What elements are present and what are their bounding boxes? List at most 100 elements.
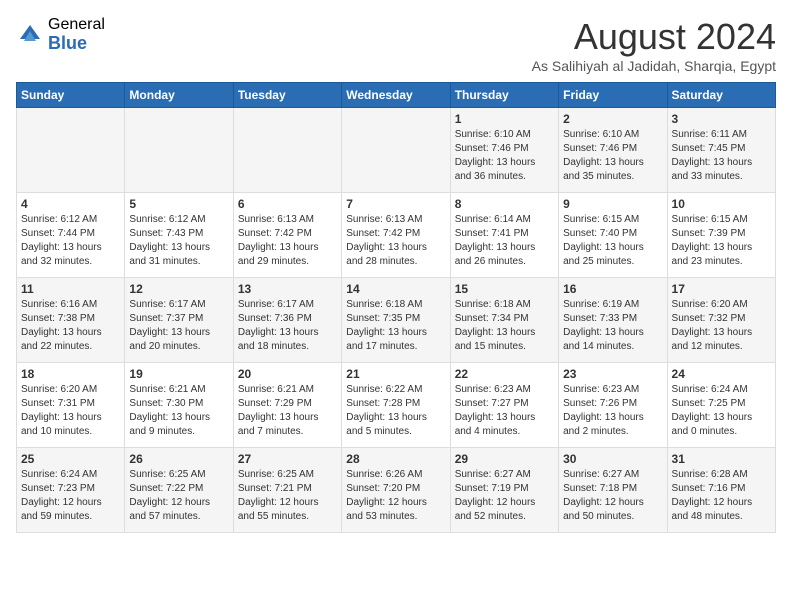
day-number: 5 [129, 197, 228, 211]
col-header-thursday: Thursday [450, 83, 558, 108]
header-row: SundayMondayTuesdayWednesdayThursdayFrid… [17, 83, 776, 108]
day-cell: 19Sunrise: 6:21 AM Sunset: 7:30 PM Dayli… [125, 363, 233, 448]
day-number: 26 [129, 452, 228, 466]
day-cell [342, 108, 450, 193]
day-cell [125, 108, 233, 193]
day-cell: 14 Sunrise: 6:18 AM Sunset: 7:35 PM Dayli… [342, 278, 450, 363]
day-cell: 2 Sunrise: 6:10 AM Sunset: 7:46 PM Daylig… [559, 108, 667, 193]
day-cell: 25Sunrise: 6:24 AM Sunset: 7:23 PM Dayli… [17, 448, 125, 533]
day-number: 9 [563, 197, 662, 211]
day-info: Sunrise: 6:17 AM Sunset: 7:36 PM Dayligh… [238, 298, 337, 354]
day-cell: 30 Sunrise: 6:27 AM Sunset: 7:18 PM Dayli… [559, 448, 667, 533]
day-number: 19 [129, 367, 228, 381]
day-number: 14 [346, 282, 445, 296]
day-info: Sunrise: 6:18 AM Sunset: 7:35 PM Dayligh… [346, 298, 445, 354]
day-number: 8 [455, 197, 554, 211]
day-number: 30 [563, 452, 662, 466]
day-number: 28 [346, 452, 445, 466]
week-row-5: 25Sunrise: 6:24 AM Sunset: 7:23 PM Dayli… [17, 448, 776, 533]
logo-text: General Blue [48, 16, 105, 53]
col-header-sunday: Sunday [17, 83, 125, 108]
day-cell: 13 Sunrise: 6:17 AM Sunset: 7:36 PM Dayli… [233, 278, 341, 363]
day-info: Sunrise: 6:23 AM Sunset: 7:26 PM Dayligh… [563, 383, 662, 439]
day-number: 3 [672, 112, 771, 126]
day-cell: 17 Sunrise: 6:20 AM Sunset: 7:32 PM Dayli… [667, 278, 775, 363]
day-cell: 27 Sunrise: 6:25 AM Sunset: 7:21 PM Dayli… [233, 448, 341, 533]
col-header-monday: Monday [125, 83, 233, 108]
day-info: Sunrise: 6:27 AM Sunset: 7:18 PM Dayligh… [563, 468, 662, 524]
day-cell: 22 Sunrise: 6:23 AM Sunset: 7:27 PM Dayli… [450, 363, 558, 448]
day-cell: 24 Sunrise: 6:24 AM Sunset: 7:25 PM Dayli… [667, 363, 775, 448]
day-cell: 21 Sunrise: 6:22 AM Sunset: 7:28 PM Dayli… [342, 363, 450, 448]
day-number: 22 [455, 367, 554, 381]
col-header-wednesday: Wednesday [342, 83, 450, 108]
day-number: 6 [238, 197, 337, 211]
day-info: Sunrise: 6:15 AM Sunset: 7:39 PM Dayligh… [672, 213, 771, 269]
day-number: 2 [563, 112, 662, 126]
day-number: 13 [238, 282, 337, 296]
day-info: Sunrise: 6:13 AM Sunset: 7:42 PM Dayligh… [346, 213, 445, 269]
day-info: Sunrise: 6:25 AM Sunset: 7:21 PM Dayligh… [238, 468, 337, 524]
day-cell: 10Sunrise: 6:15 AM Sunset: 7:39 PM Dayli… [667, 193, 775, 278]
day-info: Sunrise: 6:25 AM Sunset: 7:22 PM Dayligh… [129, 468, 228, 524]
month-title: August 2024 [532, 16, 776, 58]
day-cell [233, 108, 341, 193]
header: General Blue August 2024 As Salihiyah al… [16, 16, 776, 74]
day-cell: 28 Sunrise: 6:26 AM Sunset: 7:20 PM Dayli… [342, 448, 450, 533]
day-info: Sunrise: 6:20 AM Sunset: 7:32 PM Dayligh… [672, 298, 771, 354]
day-number: 20 [238, 367, 337, 381]
day-info: Sunrise: 6:24 AM Sunset: 7:25 PM Dayligh… [672, 383, 771, 439]
day-number: 29 [455, 452, 554, 466]
day-cell: 5 Sunrise: 6:12 AM Sunset: 7:43 PM Daylig… [125, 193, 233, 278]
day-number: 17 [672, 282, 771, 296]
day-number: 4 [21, 197, 120, 211]
day-info: Sunrise: 6:22 AM Sunset: 7:28 PM Dayligh… [346, 383, 445, 439]
day-cell: 15 Sunrise: 6:18 AM Sunset: 7:34 PM Dayli… [450, 278, 558, 363]
day-info: Sunrise: 6:20 AM Sunset: 7:31 PM Dayligh… [21, 383, 120, 439]
day-number: 24 [672, 367, 771, 381]
day-number: 11 [21, 282, 120, 296]
day-info: Sunrise: 6:12 AM Sunset: 7:43 PM Dayligh… [129, 213, 228, 269]
day-cell: 1 Sunrise: 6:10 AM Sunset: 7:46 PM Daylig… [450, 108, 558, 193]
day-cell: 26 Sunrise: 6:25 AM Sunset: 7:22 PM Dayli… [125, 448, 233, 533]
day-info: Sunrise: 6:10 AM Sunset: 7:46 PM Dayligh… [563, 128, 662, 184]
day-cell: 18 Sunrise: 6:20 AM Sunset: 7:31 PM Dayli… [17, 363, 125, 448]
col-header-saturday: Saturday [667, 83, 775, 108]
week-row-2: 4Sunrise: 6:12 AM Sunset: 7:44 PM Daylig… [17, 193, 776, 278]
day-info: Sunrise: 6:19 AM Sunset: 7:33 PM Dayligh… [563, 298, 662, 354]
day-info: Sunrise: 6:17 AM Sunset: 7:37 PM Dayligh… [129, 298, 228, 354]
day-cell: 8Sunrise: 6:14 AM Sunset: 7:41 PM Daylig… [450, 193, 558, 278]
day-number: 18 [21, 367, 120, 381]
day-info: Sunrise: 6:26 AM Sunset: 7:20 PM Dayligh… [346, 468, 445, 524]
day-info: Sunrise: 6:24 AM Sunset: 7:23 PM Dayligh… [21, 468, 120, 524]
title-area: August 2024 As Salihiyah al Jadidah, Sha… [532, 16, 776, 74]
day-info: Sunrise: 6:18 AM Sunset: 7:34 PM Dayligh… [455, 298, 554, 354]
day-number: 15 [455, 282, 554, 296]
day-number: 23 [563, 367, 662, 381]
day-info: Sunrise: 6:10 AM Sunset: 7:46 PM Dayligh… [455, 128, 554, 184]
day-cell: 11 Sunrise: 6:16 AM Sunset: 7:38 PM Dayli… [17, 278, 125, 363]
day-info: Sunrise: 6:11 AM Sunset: 7:45 PM Dayligh… [672, 128, 771, 184]
day-number: 27 [238, 452, 337, 466]
location-title: As Salihiyah al Jadidah, Sharqia, Egypt [532, 58, 776, 74]
day-number: 7 [346, 197, 445, 211]
day-cell: 3 Sunrise: 6:11 AM Sunset: 7:45 PM Daylig… [667, 108, 775, 193]
day-info: Sunrise: 6:27 AM Sunset: 7:19 PM Dayligh… [455, 468, 554, 524]
day-info: Sunrise: 6:23 AM Sunset: 7:27 PM Dayligh… [455, 383, 554, 439]
day-cell: 9Sunrise: 6:15 AM Sunset: 7:40 PM Daylig… [559, 193, 667, 278]
day-number: 12 [129, 282, 228, 296]
day-info: Sunrise: 6:28 AM Sunset: 7:16 PM Dayligh… [672, 468, 771, 524]
day-info: Sunrise: 6:16 AM Sunset: 7:38 PM Dayligh… [21, 298, 120, 354]
week-row-4: 18 Sunrise: 6:20 AM Sunset: 7:31 PM Dayli… [17, 363, 776, 448]
day-cell [17, 108, 125, 193]
logo: General Blue [16, 16, 105, 53]
day-cell: 12 Sunrise: 6:17 AM Sunset: 7:37 PM Dayli… [125, 278, 233, 363]
day-info: Sunrise: 6:13 AM Sunset: 7:42 PM Dayligh… [238, 213, 337, 269]
day-number: 21 [346, 367, 445, 381]
week-row-1: 1 Sunrise: 6:10 AM Sunset: 7:46 PM Daylig… [17, 108, 776, 193]
day-number: 31 [672, 452, 771, 466]
day-number: 1 [455, 112, 554, 126]
day-cell: 4Sunrise: 6:12 AM Sunset: 7:44 PM Daylig… [17, 193, 125, 278]
day-cell: 31 Sunrise: 6:28 AM Sunset: 7:16 PM Dayli… [667, 448, 775, 533]
day-cell: 23 Sunrise: 6:23 AM Sunset: 7:26 PM Dayli… [559, 363, 667, 448]
